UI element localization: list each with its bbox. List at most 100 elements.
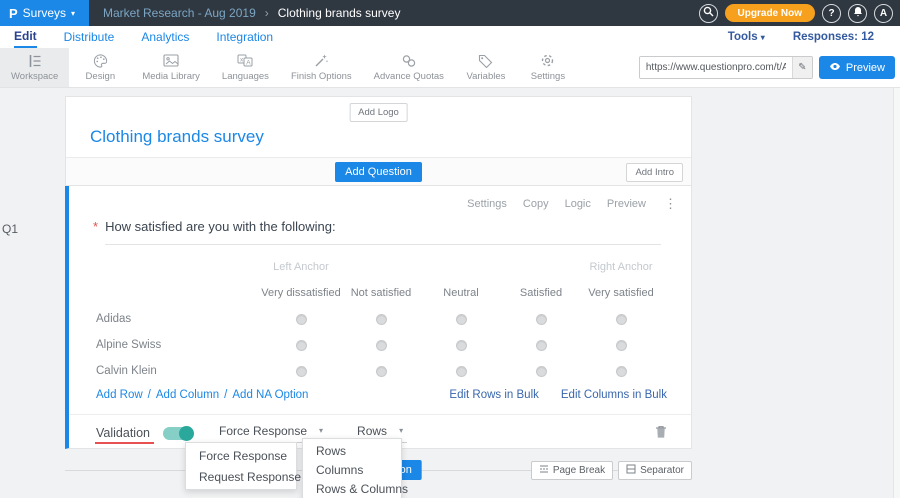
questionpro-logo: P — [9, 6, 18, 21]
validation-label: Validation — [96, 426, 150, 440]
languages-icon: xA — [237, 53, 253, 68]
matrix-table: Left Anchor Right Anchor Very dissatisfi… — [69, 258, 691, 384]
add-column-link[interactable]: Add Column — [156, 389, 219, 401]
separator-button[interactable]: Separator — [618, 461, 692, 480]
question-number: Q1 — [2, 222, 18, 236]
add-intro-button[interactable]: Add Intro — [626, 163, 683, 182]
editor-toolbar: Workspace Design Media Library xA Langua… — [0, 48, 900, 88]
toolbar-right: ✎ Preview — [639, 56, 895, 79]
question-copy-link[interactable]: Copy — [523, 198, 549, 210]
help-button[interactable]: ? — [822, 4, 841, 23]
tab-integration[interactable]: Integration — [216, 28, 273, 47]
column-header[interactable]: Very dissatisfied — [261, 287, 341, 299]
magic-wand-icon — [314, 53, 329, 68]
radio-button[interactable] — [376, 340, 387, 351]
column-header[interactable]: Satisfied — [501, 287, 581, 299]
menu-item-rows-and-columns[interactable]: Rows & Columns — [303, 479, 401, 498]
row-column-links: Add Row / Add Column / Add NA Option Edi… — [96, 389, 667, 401]
toolbar-item-advance-quotas[interactable]: Advance Quotas — [363, 48, 455, 87]
radio-button[interactable] — [296, 366, 307, 377]
radio-button[interactable] — [616, 314, 627, 325]
edit-url-button[interactable]: ✎ — [792, 57, 812, 78]
avatar[interactable]: A — [874, 4, 893, 23]
radio-button[interactable] — [376, 314, 387, 325]
question-block: Settings Copy Logic Preview ⋮ * How sati… — [65, 186, 692, 449]
menu-item-request-response[interactable]: Request Response — [186, 466, 296, 487]
tab-edit[interactable]: Edit — [14, 27, 37, 48]
radio-button[interactable] — [296, 340, 307, 351]
svg-text:A: A — [247, 60, 252, 67]
menu-item-columns[interactable]: Columns — [303, 460, 401, 479]
link-separator: / — [148, 389, 151, 401]
bell-icon — [853, 6, 863, 20]
matrix-row-alpine-swiss: Alpine Swiss — [69, 332, 691, 358]
column-header[interactable]: Not satisfied — [341, 287, 421, 299]
surveys-product-menu[interactable]: P Surveys ▾ — [0, 0, 89, 26]
edit-columns-bulk-link[interactable]: Edit Columns in Bulk — [561, 389, 667, 401]
question-preview-link[interactable]: Preview — [607, 198, 646, 210]
radio-button[interactable] — [536, 340, 547, 351]
delete-question-button[interactable] — [655, 425, 667, 442]
survey-url-input[interactable] — [640, 57, 792, 78]
add-links: Add Row / Add Column / Add NA Option — [96, 389, 308, 401]
left-anchor-label[interactable]: Left Anchor — [261, 261, 341, 273]
question-settings-link[interactable]: Settings — [467, 198, 507, 210]
page-break-button[interactable]: Page Break — [531, 461, 613, 480]
caret-down-icon: ▾ — [319, 426, 323, 435]
add-row-link[interactable]: Add Row — [96, 389, 143, 401]
validation-toggle[interactable] — [163, 427, 193, 440]
radio-button[interactable] — [376, 366, 387, 377]
radio-button[interactable] — [456, 314, 467, 325]
breadcrumb-folder[interactable]: Market Research - Aug 2019 — [103, 6, 256, 20]
column-header[interactable]: Neutral — [421, 287, 501, 299]
survey-title[interactable]: Clothing brands survey — [90, 127, 264, 147]
toolbar-item-media-library[interactable]: Media Library — [131, 48, 211, 87]
radio-button[interactable] — [536, 366, 547, 377]
row-label[interactable]: Calvin Klein — [69, 365, 261, 377]
product-name: Surveys — [23, 6, 66, 20]
question-logic-link[interactable]: Logic — [565, 198, 591, 210]
column-header-row: Very dissatisfied Not satisfied Neutral … — [69, 276, 691, 306]
radio-button[interactable] — [296, 314, 307, 325]
row-label[interactable]: Alpine Swiss — [69, 339, 261, 351]
column-header[interactable]: Very satisfied — [581, 287, 661, 299]
add-logo-button[interactable]: Add Logo — [349, 103, 408, 122]
radio-button[interactable] — [616, 366, 627, 377]
preview-button[interactable]: Preview — [819, 56, 895, 79]
edit-rows-bulk-link[interactable]: Edit Rows in Bulk — [449, 389, 538, 401]
menu-item-rows[interactable]: Rows — [303, 441, 401, 460]
toolbar-item-workspace[interactable]: Workspace — [0, 48, 69, 87]
image-icon — [163, 53, 179, 68]
menu-item-force-response[interactable]: Force Response — [186, 445, 296, 466]
navbar-right: Tools ▾ Responses: 12 — [728, 31, 886, 43]
add-question-button-top[interactable]: Add Question — [335, 162, 422, 182]
question-text[interactable]: How satisfied are you with the following… — [105, 219, 661, 245]
eye-icon — [829, 62, 841, 74]
radio-button[interactable] — [456, 340, 467, 351]
right-anchor-label[interactable]: Right Anchor — [581, 261, 661, 273]
survey-card: Add Logo Clothing brands survey Add Ques… — [65, 96, 692, 449]
row-label[interactable]: Adidas — [69, 313, 261, 325]
upgrade-now-button[interactable]: Upgrade Now — [725, 4, 815, 22]
scrollbar[interactable] — [893, 88, 900, 498]
tools-menu[interactable]: Tools ▾ — [728, 31, 765, 43]
toolbar-item-languages[interactable]: xA Languages — [211, 48, 280, 87]
search-button[interactable] — [699, 4, 718, 23]
tab-analytics[interactable]: Analytics — [141, 28, 189, 47]
radio-button[interactable] — [536, 314, 547, 325]
notifications-button[interactable] — [848, 4, 867, 23]
more-options-icon[interactable]: ⋮ — [664, 196, 677, 212]
trash-icon — [655, 425, 667, 442]
toolbar-item-variables[interactable]: Variables — [455, 48, 517, 87]
workspace-icon — [27, 53, 43, 68]
tab-distribute[interactable]: Distribute — [64, 28, 115, 47]
toolbar-item-finish-options[interactable]: Finish Options — [280, 48, 363, 87]
nav-bar: Edit Distribute Analytics Integration To… — [0, 26, 900, 48]
add-na-option-link[interactable]: Add NA Option — [232, 389, 308, 401]
responses-count[interactable]: Responses: 12 — [793, 31, 874, 43]
toolbar-item-design[interactable]: Design — [69, 48, 131, 87]
radio-button[interactable] — [456, 366, 467, 377]
anchor-row: Left Anchor Right Anchor — [69, 258, 691, 276]
radio-button[interactable] — [616, 340, 627, 351]
toolbar-item-settings[interactable]: Settings — [517, 48, 579, 87]
